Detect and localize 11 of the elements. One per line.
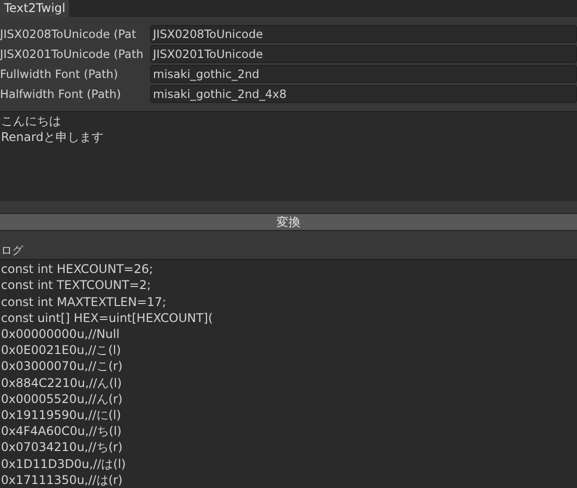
window-tab[interactable]: Text2Twigl [0,0,70,17]
path-field[interactable]: JISX0201ToUnicode [150,45,577,63]
log-output: const int HEXCOUNT=26; const int TEXTCOUNT=2; const int MAXTEXTLEN=17; const uint[] HEX=uint[HEXCOUNT]( 0x00000000u,//Null 0x0E0021E0u,//こ(l) 0x03000070u,//こ(r) 0x884C2210u,//ん(l) 0x00005520u,//ん(r) 0x19119590u,//に(l) 0x4F4A60C0u,//ち(l) 0x07034210u,//ち(r) 0x1D11D3D0u,//は(l) 0x17111350u,//は(r) [0,259,577,488]
convert-button[interactable]: 変換 [0,212,577,231]
field-label: Halfwidth Font (Path) [0,86,122,103]
path-field[interactable]: JISX0208ToUnicode [150,25,577,43]
text-input-area[interactable]: こんにちは Renardと申します [0,111,577,201]
log-label: ログ [0,243,24,260]
field-label: Fullwidth Font (Path) [0,66,119,83]
path-field[interactable]: misaki_gothic_2nd_4x8 [150,85,577,103]
path-field[interactable]: misaki_gothic_2nd [150,65,577,83]
